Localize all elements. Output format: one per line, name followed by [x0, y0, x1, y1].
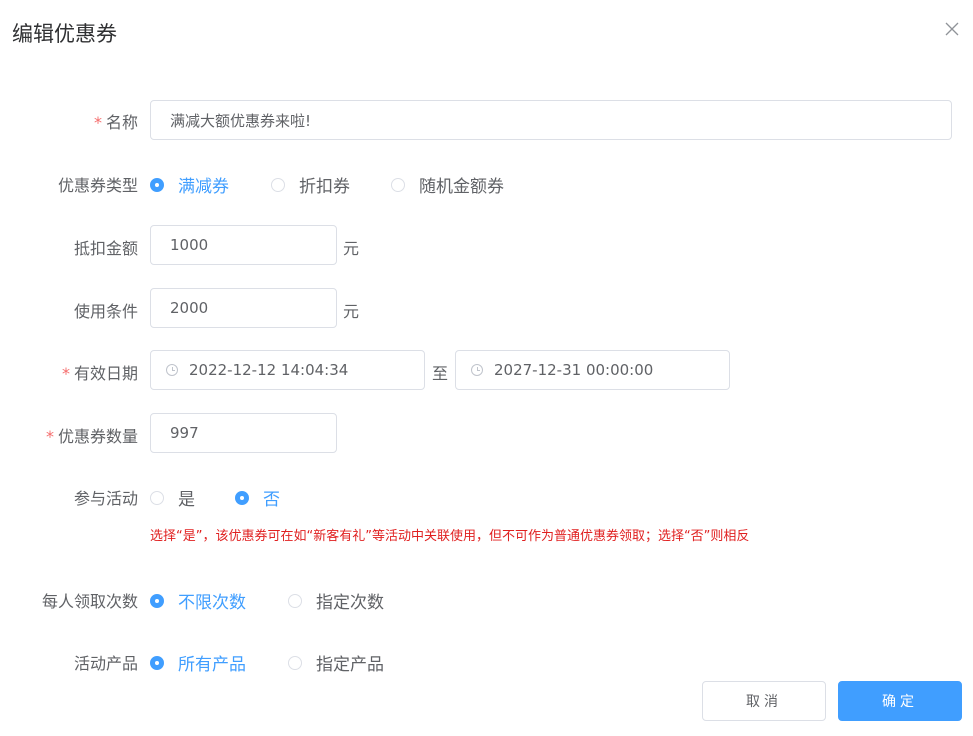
discount-amount-label: 抵扣金额 [73, 239, 138, 258]
radio-label: 否 [263, 490, 280, 510]
radio-unchecked-icon [150, 490, 164, 505]
claim-limit-label: 每人领取次数 [41, 592, 138, 611]
claim-limit-radio-unlimited[interactable]: 不限次数 [150, 588, 246, 613]
radio-unchecked-icon [288, 655, 302, 670]
join-activity-label: 参与活动 [73, 489, 138, 508]
products-label: 活动产品 [73, 654, 138, 673]
start-date-picker[interactable]: 2022-12-12 14:04:34 [150, 350, 425, 390]
end-date-picker[interactable]: 2027-12-31 00:00:00 [455, 350, 730, 390]
discount-amount-value: 1000 [170, 236, 209, 254]
radio-label: 所有产品 [178, 655, 246, 675]
cancel-button[interactable]: 取消 [702, 681, 826, 721]
radio-label: 指定产品 [316, 655, 384, 675]
required-mark: * [93, 113, 102, 132]
start-date-value: 2022-12-12 14:04:34 [189, 361, 349, 379]
radio-unchecked-icon [391, 177, 405, 192]
join-activity-hint: 选择“是”，该优惠券可在如“新客有礼”等活动中关联使用，但不可作为普通优惠券领取… [150, 529, 750, 544]
close-icon[interactable] [943, 20, 961, 38]
radio-label: 随机金额券 [419, 177, 504, 197]
clock-icon [471, 364, 483, 376]
dialog-title: 编辑优惠券 [12, 22, 117, 46]
products-radio-specified[interactable]: 指定产品 [288, 650, 384, 675]
use-condition-input[interactable]: 2000 [150, 288, 337, 328]
products-radio-all[interactable]: 所有产品 [150, 650, 246, 675]
quantity-label: * 优惠券数量 [45, 427, 138, 446]
use-condition-value: 2000 [170, 299, 209, 317]
radio-checked-icon [235, 490, 249, 505]
radio-label: 是 [178, 490, 195, 510]
discount-amount-unit: 元 [343, 239, 360, 258]
name-label: * 名称 [93, 113, 138, 132]
end-date-value: 2027-12-31 00:00:00 [494, 361, 654, 379]
join-activity-radio-yes[interactable]: 是 [150, 485, 195, 510]
name-input-value: 满减大额优惠券来啦! [170, 111, 312, 130]
quantity-value: 997 [170, 424, 199, 442]
coupon-type-radio-full-reduction[interactable]: 满减券 [150, 172, 229, 197]
name-input[interactable]: 满减大额优惠券来啦! [150, 100, 952, 140]
coupon-type-radio-discount[interactable]: 折扣券 [271, 172, 350, 197]
radio-unchecked-icon [271, 177, 285, 192]
coupon-type-label: 优惠券类型 [57, 176, 138, 195]
valid-date-label: * 有效日期 [61, 364, 138, 383]
radio-label: 折扣券 [299, 177, 350, 197]
radio-checked-icon [150, 655, 164, 670]
discount-amount-input[interactable]: 1000 [150, 225, 337, 265]
radio-checked-icon [150, 593, 164, 608]
claim-limit-radio-specified[interactable]: 指定次数 [288, 588, 384, 613]
required-mark: * [45, 427, 54, 446]
radio-unchecked-icon [288, 593, 302, 608]
join-activity-radio-no[interactable]: 否 [235, 485, 280, 510]
clock-icon [166, 364, 178, 376]
radio-label: 满减券 [178, 177, 229, 197]
required-mark: * [61, 364, 70, 383]
confirm-button[interactable]: 确定 [838, 681, 962, 721]
radio-checked-icon [150, 177, 164, 192]
coupon-type-radio-random[interactable]: 随机金额券 [391, 172, 504, 197]
quantity-input[interactable]: 997 [150, 413, 337, 453]
date-range-separator: 至 [432, 364, 449, 383]
use-condition-unit: 元 [343, 302, 360, 321]
use-condition-label: 使用条件 [73, 302, 138, 321]
radio-label: 指定次数 [316, 593, 384, 613]
radio-label: 不限次数 [178, 593, 246, 613]
